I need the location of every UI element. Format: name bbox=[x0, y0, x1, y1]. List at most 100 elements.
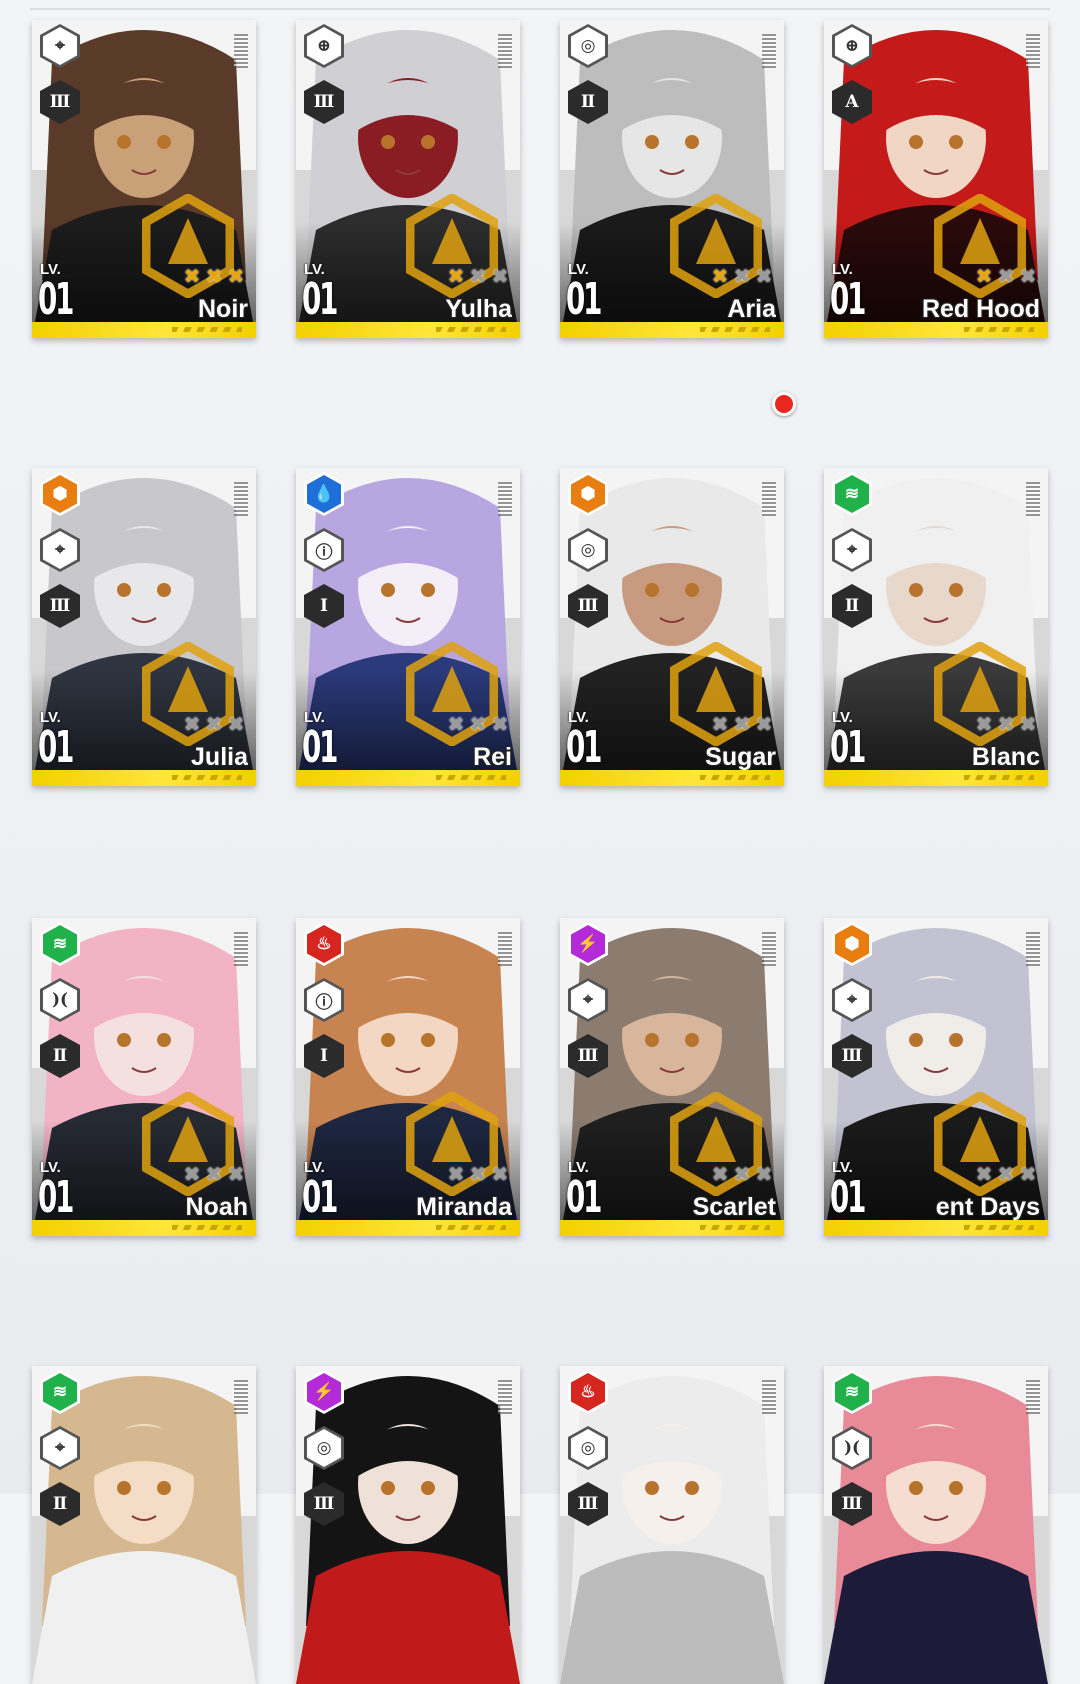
barcode-decoration bbox=[498, 1380, 512, 1414]
star-rating: ✖ ✖ ✖ bbox=[710, 266, 774, 286]
rarity-bar bbox=[824, 770, 1048, 786]
star-icon: ✖ bbox=[733, 264, 751, 288]
character-card[interactable]: ≋)(Ⅲ bbox=[824, 1366, 1048, 1684]
character-name: Red Hood bbox=[921, 295, 1040, 323]
character-card[interactable]: ⬢ ◎ Ⅲ ✖ ✖ ✖ LV. 01 Sugar bbox=[560, 468, 784, 786]
star-rating: ✖ ✖ ✖ bbox=[974, 1164, 1038, 1184]
star-rating: ✖ ✖ ✖ bbox=[974, 266, 1038, 286]
pistol-icon: ⓘ bbox=[304, 528, 344, 572]
star-icon: ✖ bbox=[447, 712, 465, 736]
crosshair-icon: ⌖ bbox=[832, 528, 872, 572]
level-value: 01 bbox=[566, 722, 602, 773]
burst-level-icon: Ⅲ bbox=[304, 80, 344, 124]
level-value: 01 bbox=[566, 274, 602, 325]
crosshair-icon: ⌖ bbox=[40, 24, 80, 68]
star-rating: ✖ ✖ ✖ bbox=[182, 714, 246, 734]
star-icon: ✖ bbox=[183, 264, 201, 288]
star-icon: ✖ bbox=[997, 712, 1015, 736]
badge-column: ⚡ ◎ Ⅲ bbox=[304, 1370, 348, 1538]
barcode-decoration bbox=[234, 482, 248, 516]
star-rating: ✖ ✖ ✖ bbox=[974, 714, 1038, 734]
new-notification-dot bbox=[772, 392, 796, 416]
burst-level-icon: Ⅲ bbox=[568, 1034, 608, 1078]
character-card[interactable]: ◎ Ⅱ ✖ ✖ ✖ LV. 01 Aria bbox=[560, 20, 784, 338]
star-icon: ✖ bbox=[491, 712, 509, 736]
character-name: Yulha bbox=[445, 295, 512, 323]
burst-level-icon: Ⅰ bbox=[304, 584, 344, 628]
barcode-decoration bbox=[1026, 932, 1040, 966]
star-icon: ✖ bbox=[447, 1162, 465, 1186]
badge-column: ⊕ Ⅲ bbox=[304, 24, 348, 136]
character-card[interactable]: ≋ ⌖ Ⅱ bbox=[32, 1366, 256, 1684]
rarity-bar bbox=[32, 322, 256, 338]
rarity-bar bbox=[32, 1220, 256, 1236]
target-icon: ◎ bbox=[304, 1426, 344, 1470]
burst-level-icon: Ⅱ bbox=[568, 80, 608, 124]
star-rating: ✖ ✖ ✖ bbox=[182, 1164, 246, 1184]
star-icon: ✖ bbox=[183, 712, 201, 736]
barcode-decoration bbox=[1026, 482, 1040, 516]
character-card[interactable]: ≋)(Ⅱ ✖ ✖ ✖ LV. 01 Noah bbox=[32, 918, 256, 1236]
star-rating: ✖ ✖ ✖ bbox=[446, 266, 510, 286]
character-card[interactable]: 💧 ⓘ Ⅰ ✖ ✖ ✖ LV. 01 Rei bbox=[296, 468, 520, 786]
level-value: 01 bbox=[302, 274, 338, 325]
character-card[interactable]: ⌖ Ⅲ ✖ ✖ ✖ LV. 01 Noir bbox=[32, 20, 256, 338]
level-value: 01 bbox=[38, 1172, 74, 1223]
star-icon: ✖ bbox=[227, 1162, 245, 1186]
target-icon: ◎ bbox=[568, 24, 608, 68]
level-value: 01 bbox=[302, 722, 338, 773]
rarity-bar bbox=[560, 770, 784, 786]
rarity-bar bbox=[824, 322, 1048, 338]
barcode-decoration bbox=[234, 1380, 248, 1414]
character-name: Scarlet bbox=[692, 1193, 776, 1221]
badge-column: ♨ ⓘ Ⅰ bbox=[304, 922, 348, 1090]
barcode-decoration bbox=[498, 932, 512, 966]
star-icon: ✖ bbox=[755, 712, 773, 736]
rarity-bar bbox=[296, 1220, 520, 1236]
star-icon: ✖ bbox=[975, 712, 993, 736]
iron-element-icon: ⬢ bbox=[40, 472, 80, 516]
level-value: 01 bbox=[566, 1172, 602, 1223]
scope-icon: ⊕ bbox=[832, 24, 872, 68]
character-name: Miranda bbox=[416, 1193, 512, 1221]
star-icon: ✖ bbox=[711, 1162, 729, 1186]
target-icon: ◎ bbox=[568, 528, 608, 572]
badge-column: ♨ ◎ Ⅲ bbox=[568, 1370, 612, 1538]
character-card[interactable]: ♨ ⓘ Ⅰ ✖ ✖ ✖ LV. 01 Miranda bbox=[296, 918, 520, 1236]
rarity-bar bbox=[32, 770, 256, 786]
star-icon: ✖ bbox=[205, 1162, 223, 1186]
level-value: 01 bbox=[830, 722, 866, 773]
level-value: 01 bbox=[830, 274, 866, 325]
rarity-bar bbox=[824, 1220, 1048, 1236]
character-name: Rei bbox=[473, 743, 512, 771]
burst-level-icon: Ⅲ bbox=[304, 1482, 344, 1526]
burst-level-icon: Ⅱ bbox=[40, 1482, 80, 1526]
star-icon: ✖ bbox=[469, 712, 487, 736]
character-card[interactable]: ≋ ⌖ Ⅱ ✖ ✖ ✖ LV. 01 Blanc bbox=[824, 468, 1048, 786]
electric-element-icon: ⚡ bbox=[568, 922, 608, 966]
character-card[interactable]: ⚡ ◎ Ⅲ bbox=[296, 1366, 520, 1684]
character-card[interactable]: ⬢ ⌖ Ⅲ ✖ ✖ ✖ LV. 01 ent Days bbox=[824, 918, 1048, 1236]
barcode-decoration bbox=[762, 1380, 776, 1414]
burst-level-icon: Ⅲ bbox=[832, 1034, 872, 1078]
level-value: 01 bbox=[38, 722, 74, 773]
badge-column: ◎ Ⅱ bbox=[568, 24, 612, 136]
badge-column: ≋ ⌖ Ⅱ bbox=[832, 472, 876, 640]
badge-column: ⬢ ⌖ Ⅲ bbox=[832, 922, 876, 1090]
pistol-icon: ⓘ bbox=[304, 978, 344, 1022]
character-card[interactable]: ⬢ ⌖ Ⅲ ✖ ✖ ✖ LV. 01 Julia bbox=[32, 468, 256, 786]
star-icon: ✖ bbox=[1019, 264, 1037, 288]
character-card[interactable]: ⊕ A ✖ ✖ ✖ LV. 01 Red Hood bbox=[824, 20, 1048, 338]
target-icon: ◎ bbox=[568, 1426, 608, 1470]
character-grid: ⌖ Ⅲ ✖ ✖ ✖ LV. 01 Noir ⊕ Ⅲ ✖ ✖ ✖ LV. 01 Yulha ◎ Ⅱ ✖ ✖ ✖ L… bbox=[0, 0, 1080, 1684]
star-icon: ✖ bbox=[733, 1162, 751, 1186]
character-card[interactable]: ♨ ◎ Ⅲ bbox=[560, 1366, 784, 1684]
burst-level-icon: Ⅱ bbox=[40, 1034, 80, 1078]
character-card[interactable]: ⊕ Ⅲ ✖ ✖ ✖ LV. 01 Yulha bbox=[296, 20, 520, 338]
burst-level-icon: Ⅰ bbox=[304, 1034, 344, 1078]
star-icon: ✖ bbox=[491, 1162, 509, 1186]
iron-element-icon: ⬢ bbox=[568, 472, 608, 516]
badge-column: 💧 ⓘ Ⅰ bbox=[304, 472, 348, 640]
character-card[interactable]: ⚡ ⌖ Ⅲ ✖ ✖ ✖ LV. 01 Scarlet bbox=[560, 918, 784, 1236]
star-icon: ✖ bbox=[447, 264, 465, 288]
